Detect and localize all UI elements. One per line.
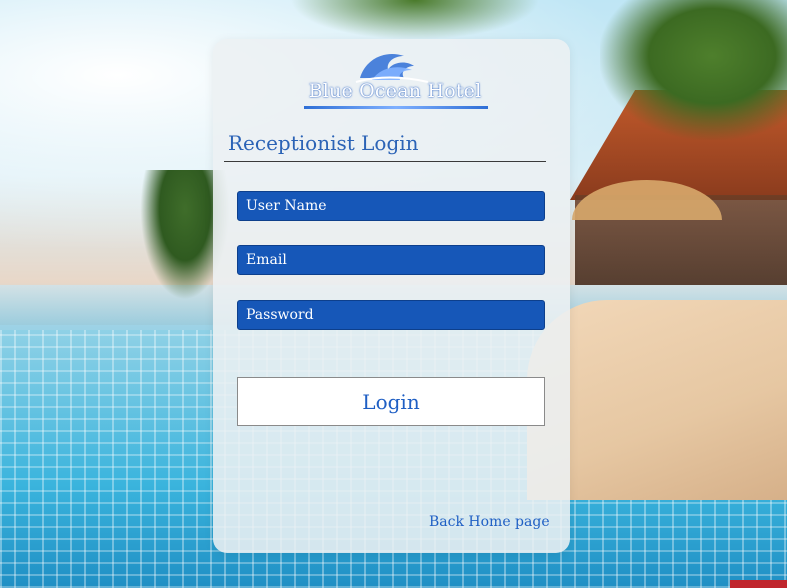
palm-tree-right bbox=[600, 0, 787, 140]
hotel-logo: Blue Ocean Hotel bbox=[300, 48, 490, 112]
email-input[interactable] bbox=[237, 245, 545, 275]
palm-tree-top bbox=[290, 0, 540, 40]
logo-underline bbox=[304, 106, 488, 109]
login-card bbox=[213, 39, 570, 553]
logo-text: Blue Ocean Hotel bbox=[308, 80, 482, 102]
wave-icon bbox=[355, 54, 429, 83]
password-input[interactable] bbox=[237, 300, 545, 330]
back-home-link[interactable]: Back Home page bbox=[429, 514, 550, 530]
page-title: Receptionist Login bbox=[228, 131, 419, 155]
username-input[interactable] bbox=[237, 191, 545, 221]
decorative-red-strip bbox=[730, 580, 787, 588]
login-button[interactable]: Login bbox=[237, 377, 545, 426]
title-divider bbox=[224, 161, 546, 162]
